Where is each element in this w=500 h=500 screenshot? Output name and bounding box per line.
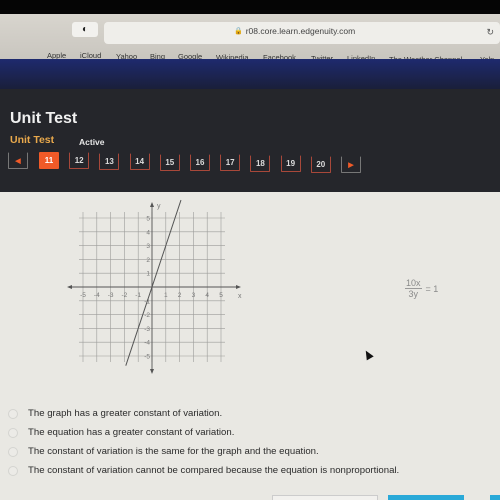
question-page-20[interactable]: 20 (310, 156, 331, 173)
footer-button-next[interactable] (490, 495, 500, 500)
question-page-17[interactable]: 17 (220, 154, 241, 171)
address-bar[interactable]: 🔒 r08.core.learn.edgenuity.com ↻ (104, 22, 500, 44)
lock-icon: 🔒 (234, 28, 243, 35)
y-tick-label: -2 (144, 312, 150, 319)
question-page-19[interactable]: 19 (280, 155, 301, 172)
site-nav-band (0, 59, 500, 89)
x-tick-label: 4 (205, 292, 209, 299)
y-tick-label: -5 (144, 354, 150, 361)
footer-button-primary[interactable] (388, 495, 464, 500)
equation-denominator: 3y (408, 289, 419, 299)
equation: 10x 3y = 1 (405, 278, 438, 299)
test-header: Unit Test Unit Test Active ◀ 11 12 13 14 15 1… (0, 89, 500, 192)
browser-toolbar: ◐ 🔒 r08.core.learn.edgenuity.com ↻ Apple … (0, 14, 500, 64)
breadcrumb-unit-test[interactable]: Unit Test (10, 134, 54, 146)
coordinate-graph: xy-5-4-3-2-11234554321-1-2-3-4-5 (67, 199, 242, 374)
question-page-15[interactable]: 15 (159, 154, 180, 171)
footer-button-secondary[interactable] (272, 495, 378, 500)
screen: ◐ 🔒 r08.core.learn.edgenuity.com ↻ Apple … (0, 0, 500, 500)
bezel (0, 0, 500, 14)
y-tick-label: -4 (144, 340, 150, 347)
x-tick-label: -3 (108, 292, 114, 299)
y-axis-label: y (157, 203, 161, 210)
equation-rhs: = 1 (425, 283, 439, 294)
previous-arrow-icon: ◀ (15, 157, 21, 165)
choice-label: The equation has a greater constant of v… (28, 427, 235, 438)
answer-choices: The graph has a greater constant of vari… (8, 404, 498, 480)
status-badge: Active (79, 137, 105, 147)
x-tick-label: 1 (164, 292, 168, 299)
y-tick-label: 1 (146, 271, 150, 278)
radio-button[interactable] (8, 465, 18, 476)
x-tick-label: 2 (178, 292, 182, 299)
next-question-button[interactable]: ▶ (341, 156, 361, 173)
question-page-11[interactable]: 11 (39, 152, 59, 169)
answer-choice[interactable]: The constant of variation cannot be comp… (8, 461, 498, 480)
radio-button[interactable] (8, 427, 18, 438)
previous-question-button[interactable]: ◀ (8, 152, 28, 169)
next-arrow-icon: ▶ (348, 161, 354, 169)
series-line (125, 199, 182, 366)
page-title: Unit Test (10, 110, 78, 127)
question-page-14[interactable]: 14 (129, 153, 150, 170)
question-page-16[interactable]: 16 (190, 154, 210, 171)
privacy-shield-button[interactable]: ◐ (72, 22, 98, 37)
reload-icon[interactable]: ↻ (486, 27, 494, 38)
answer-choice[interactable]: The equation has a greater constant of v… (8, 423, 498, 442)
footer-bar (0, 492, 500, 500)
y-tick-label: 4 (146, 229, 150, 236)
y-axis-arrow-down (150, 369, 154, 374)
equation-fraction: 10x 3y (405, 278, 422, 299)
x-tick-label: -5 (80, 292, 86, 299)
x-tick-label: -2 (122, 292, 128, 299)
x-axis-arrow-left (67, 285, 72, 289)
x-tick-label: -4 (94, 292, 100, 299)
answer-choice[interactable]: The graph has a greater constant of vari… (8, 404, 498, 423)
answer-choice[interactable]: The constant of variation is the same fo… (8, 442, 498, 461)
mouse-cursor-icon (362, 348, 374, 361)
radio-button[interactable] (8, 408, 18, 419)
choice-label: The graph has a greater constant of vari… (28, 408, 223, 419)
question-area: xy-5-4-3-2-11234554321-1-2-3-4-5 10x 3y … (0, 192, 500, 500)
radio-button[interactable] (8, 446, 18, 457)
y-tick-label: -3 (144, 326, 150, 333)
x-tick-label: 3 (192, 292, 196, 299)
question-page-12[interactable]: 12 (69, 152, 90, 169)
question-page-18[interactable]: 18 (250, 155, 271, 172)
choice-label: The constant of variation is the same fo… (28, 446, 319, 457)
x-tick-label: -1 (135, 292, 141, 299)
equation-numerator: 10x (405, 278, 422, 289)
y-tick-label: 3 (146, 243, 150, 250)
x-tick-label: 5 (219, 292, 223, 299)
choice-label: The constant of variation cannot be comp… (28, 465, 400, 476)
x-axis-arrow-right (236, 285, 241, 289)
question-page-13[interactable]: 13 (99, 153, 120, 170)
x-axis-label: x (238, 293, 242, 300)
y-axis-arrow-up (150, 202, 154, 207)
y-tick-label: 5 (146, 216, 150, 223)
url-text: r08.core.learn.edgenuity.com (245, 26, 356, 36)
shield-icon: ◐ (81, 24, 89, 35)
y-tick-label: 2 (146, 257, 150, 264)
